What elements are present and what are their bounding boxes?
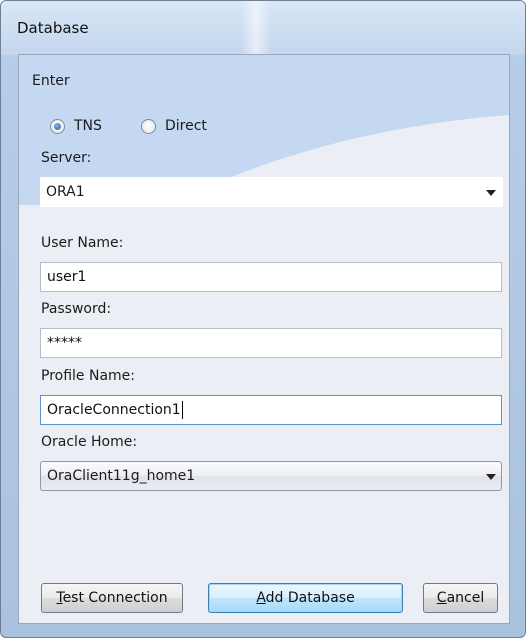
radio-direct-label: Direct: [165, 118, 207, 134]
window-title: Database: [17, 19, 89, 37]
oracle-home-value: OraClient11g_home1: [47, 468, 196, 484]
profile-name-label: Profile Name:: [41, 368, 136, 384]
oracle-home-combobox[interactable]: OraClient11g_home1: [40, 461, 502, 491]
chevron-down-icon[interactable]: [486, 190, 496, 196]
cancel-label: ancel: [446, 590, 485, 606]
password-label: Password:: [41, 301, 112, 317]
group-label: Enter: [32, 73, 70, 89]
database-dialog: Database Enter TNS Direct Server: ORA1 U…: [0, 0, 526, 638]
radio-direct[interactable]: Direct: [141, 118, 207, 134]
add-database-mnemonic: A: [256, 590, 266, 606]
cancel-mnemonic: C: [436, 590, 447, 606]
radio-tns[interactable]: TNS: [50, 118, 102, 134]
radio-tns-label: TNS: [74, 118, 102, 134]
profile-name-field[interactable]: OracleConnection1: [40, 395, 502, 425]
test-connection-label: est Connection: [62, 590, 168, 606]
add-database-button[interactable]: Add Database: [208, 583, 403, 613]
radio-direct-indicator[interactable]: [141, 118, 156, 134]
username-label: User Name:: [41, 235, 124, 251]
chevron-down-icon[interactable]: [486, 474, 496, 480]
title-bar[interactable]: Database: [1, 1, 525, 55]
test-connection-button[interactable]: Test Connection: [41, 583, 183, 613]
password-field[interactable]: *****: [40, 328, 502, 358]
oracle-home-label: Oracle Home:: [41, 434, 138, 450]
radio-tns-indicator[interactable]: [50, 118, 65, 134]
cancel-button[interactable]: Cancel: [423, 583, 498, 613]
connection-panel: Enter TNS Direct Server: ORA1 User Name:…: [18, 54, 510, 624]
server-combobox[interactable]: ORA1: [40, 177, 503, 207]
profile-name-value: OracleConnection1: [47, 402, 181, 418]
server-label: Server:: [41, 150, 92, 166]
title-bar-glare: [241, 1, 271, 55]
add-database-label: dd Database: [265, 590, 355, 606]
username-field[interactable]: user1: [40, 262, 502, 292]
server-value: ORA1: [46, 184, 85, 200]
